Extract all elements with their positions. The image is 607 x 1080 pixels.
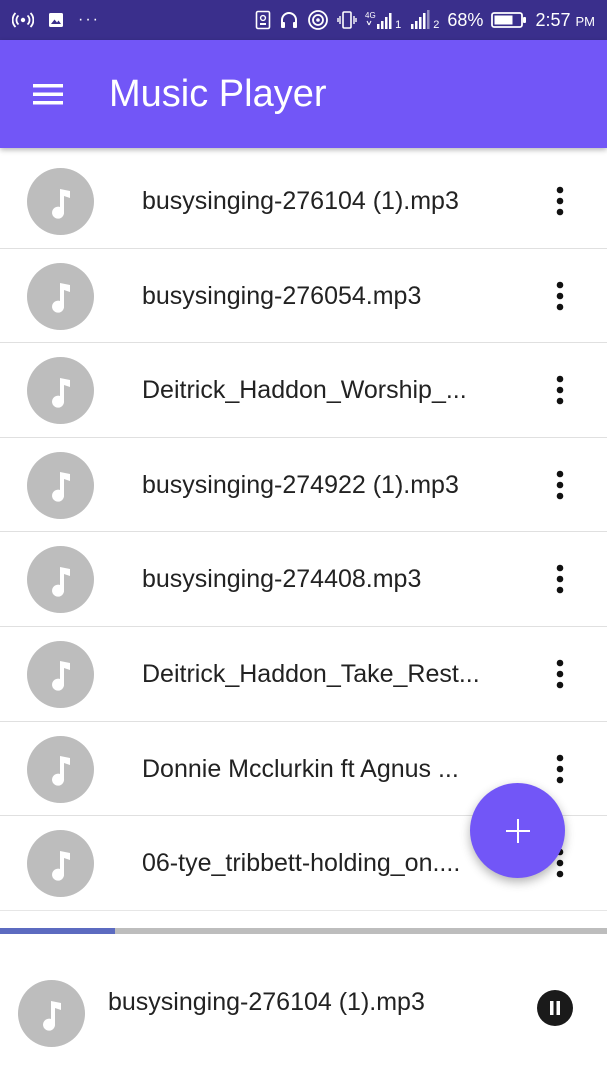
sim2-label: 2 — [433, 19, 440, 31]
svg-text:4G: 4G — [365, 11, 376, 20]
song-more-button[interactable] — [540, 461, 580, 509]
song-more-button[interactable] — [540, 366, 580, 414]
image-icon — [48, 12, 64, 28]
signal-sim1-icon: 4G 1 — [365, 9, 401, 31]
song-title: busysinging-274922 (1).mp3 — [142, 470, 459, 499]
music-note-icon — [51, 756, 70, 786]
clock-time: 2:57 — [535, 9, 571, 30]
music-note-icon — [51, 566, 70, 597]
status-left: ··· — [12, 11, 100, 29]
plus-icon — [505, 818, 530, 843]
song-more-button[interactable] — [540, 272, 580, 320]
music-note-icon — [51, 661, 70, 692]
now-playing-bar[interactable]: busysinging-276104 (1).mp3 — [0, 934, 607, 1080]
more-vertical-icon — [556, 281, 564, 310]
song-more-button[interactable] — [540, 650, 580, 698]
app-bar: Music Player — [0, 40, 607, 148]
music-note-icon — [51, 188, 70, 219]
more-vertical-icon — [556, 754, 564, 783]
screen-lock-icon — [255, 10, 271, 30]
song-more-button[interactable] — [540, 555, 580, 603]
song-more-button[interactable] — [540, 745, 580, 793]
status-bar: ··· 4G 1 2 68% 2:57 PM — [0, 0, 607, 40]
song-avatar — [27, 640, 94, 708]
hamburger-icon — [33, 84, 63, 105]
music-note-icon — [42, 1000, 61, 1031]
sim1-label: 1 — [395, 19, 402, 31]
song-title: busysinging-274408.mp3 — [142, 565, 422, 594]
song-title: 06-tye_tribbett-holding_on.... — [142, 849, 461, 878]
song-list-item[interactable]: busysinging-274922 (1).mp3 — [0, 438, 607, 533]
music-note-icon — [51, 377, 70, 408]
more-vertical-icon — [556, 186, 564, 216]
song-title: Deitrick_Haddon_Take_Rest... — [142, 659, 480, 688]
song-avatar — [27, 168, 94, 235]
now-playing-title: busysinging-276104 (1).mp3 — [108, 988, 425, 1016]
more-vertical-icon — [556, 375, 564, 405]
song-list-item[interactable]: Deitrick_Haddon_Worship_... — [0, 343, 607, 438]
more-vertical-icon — [556, 470, 564, 500]
song-title: Donnie Mcclurkin ft Agnus ... — [142, 754, 459, 783]
song-avatar — [27, 830, 94, 898]
add-song-button[interactable] — [470, 783, 565, 878]
song-avatar — [27, 735, 94, 803]
wifi-hotspot-icon — [307, 9, 329, 31]
battery-icon — [491, 11, 527, 29]
clock-suffix: PM — [575, 13, 596, 29]
more-notifications-indicator: ··· — [78, 11, 100, 28]
hotspot-icon — [12, 12, 34, 28]
battery-percent: 68% — [447, 9, 484, 30]
song-list-item[interactable]: busysinging-276104 (1).mp3 — [0, 154, 607, 249]
more-vertical-icon — [556, 659, 564, 689]
pause-button[interactable] — [537, 990, 573, 1026]
music-note-icon — [51, 283, 70, 313]
music-note-icon — [51, 850, 70, 881]
menu-button[interactable] — [22, 68, 74, 120]
now-playing-avatar — [18, 980, 85, 1047]
headphones-icon — [279, 10, 299, 30]
song-title: busysinging-276054.mp3 — [142, 281, 422, 310]
more-vertical-icon — [556, 565, 564, 594]
page-title: Music Player — [109, 73, 327, 115]
signal-sim2-icon: 2 — [409, 9, 439, 31]
song-more-button[interactable] — [540, 177, 580, 225]
song-title: busysinging-276104 (1).mp3 — [142, 187, 459, 215]
song-avatar — [27, 546, 94, 614]
song-list-item[interactable]: busysinging-276054.mp3 — [0, 249, 607, 344]
status-right: 4G 1 2 68% 2:57 PM — [255, 9, 595, 31]
music-player-screen: ··· 4G 1 2 68% 2:57 PM Music Player busy… — [0, 0, 607, 1080]
song-avatar — [27, 262, 94, 330]
song-avatar — [27, 451, 94, 519]
vibrate-icon — [337, 10, 357, 30]
song-avatar — [27, 357, 94, 425]
clock: 2:57 PM — [535, 10, 595, 31]
pause-icon — [550, 1001, 560, 1015]
song-list-item[interactable]: Deitrick_Haddon_Take_Rest... — [0, 627, 607, 722]
song-list-item[interactable]: busysinging-274408.mp3 — [0, 532, 607, 627]
music-note-icon — [51, 472, 70, 502]
song-title: Deitrick_Haddon_Worship_... — [142, 376, 467, 405]
